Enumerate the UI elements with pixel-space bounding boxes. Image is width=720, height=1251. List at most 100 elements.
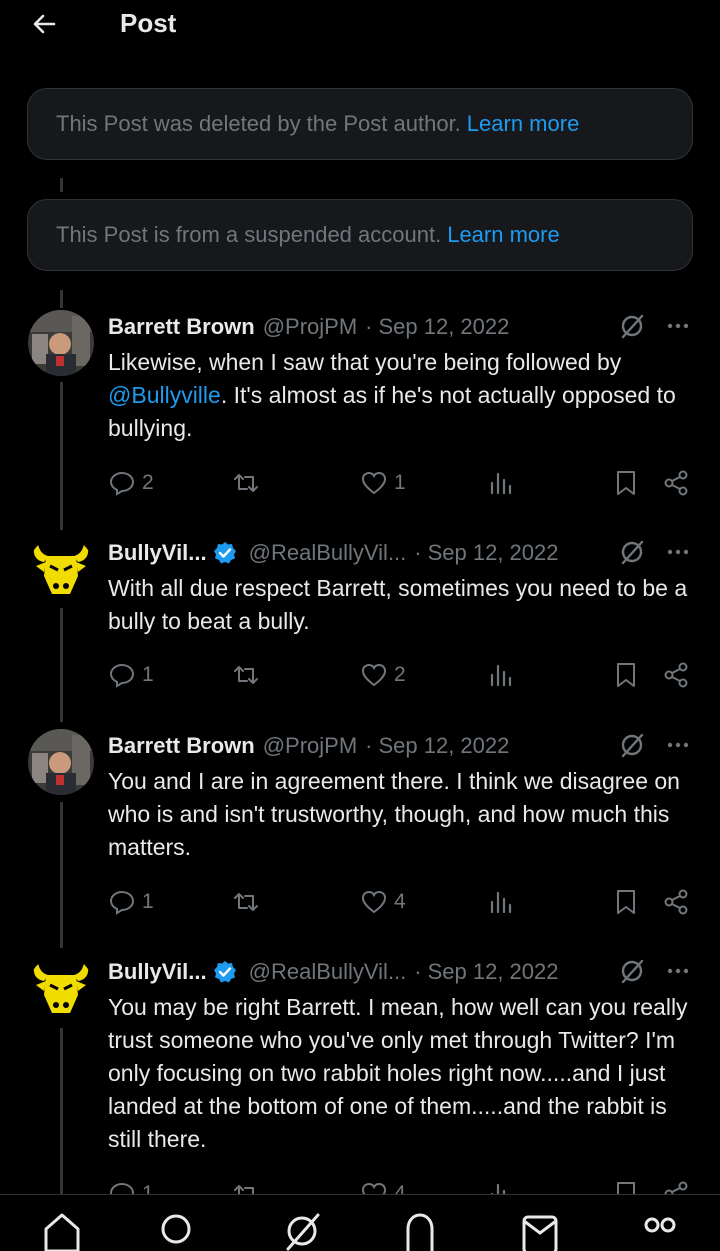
views-button[interactable] <box>487 882 515 922</box>
tweet-text: You and I are in agreement there. I thin… <box>108 768 680 860</box>
reply-count: 1 <box>142 663 154 686</box>
thread-line <box>60 1028 63 1194</box>
like-count: 1 <box>394 471 406 494</box>
tweet-text-part: Likewise, when I saw that you're being f… <box>108 349 622 375</box>
bookmark-button[interactable] <box>612 655 640 695</box>
learn-more-link[interactable]: Learn more <box>467 111 580 137</box>
grok-icon[interactable] <box>618 957 646 985</box>
views-icon <box>490 472 512 495</box>
avatar[interactable] <box>28 536 94 602</box>
more-horizontal-icon[interactable] <box>664 312 692 340</box>
separator-dot: · <box>365 733 373 758</box>
avatar[interactable] <box>28 310 94 376</box>
views-icon <box>490 664 512 687</box>
reply-icon <box>109 471 135 496</box>
grok-icon[interactable] <box>618 312 646 340</box>
verified-badge-icon <box>213 542 236 564</box>
bookmark-icon <box>617 471 635 495</box>
grok-icon[interactable] <box>618 731 646 759</box>
avatar[interactable] <box>28 729 94 795</box>
grok-icon[interactable] <box>618 538 646 566</box>
tweet-date[interactable]: Sep 12, 2022 <box>428 959 559 985</box>
user-handle[interactable]: @RealBullyVil... <box>249 959 407 985</box>
separator-dot: · <box>414 959 422 984</box>
reply-icon <box>109 663 135 688</box>
share-button[interactable] <box>662 655 690 695</box>
reply-count: 1 <box>142 890 154 913</box>
share-button[interactable] <box>662 882 690 922</box>
bookmark-button[interactable] <box>612 463 640 503</box>
home-icon[interactable] <box>42 1211 82 1251</box>
user-handle[interactable]: @RealBullyVil... <box>249 540 407 566</box>
tweet-header: Barrett Brown @ProjPM · Sep 12, 2022 <box>108 731 509 761</box>
reply-count: 2 <box>142 471 154 494</box>
notice-text: This Post is from a suspended account. <box>56 222 442 247</box>
reply-icon <box>109 890 135 915</box>
top-bar: Post <box>0 0 720 52</box>
views-button[interactable] <box>487 655 515 695</box>
tweet-actions: 1 4 <box>0 882 720 922</box>
tweet-actions: 2 1 <box>0 463 720 503</box>
retweet-icon <box>234 893 258 911</box>
tweet-header: BullyVil... @RealBullyVil... · Sep 12, 2… <box>108 538 559 568</box>
user-handle[interactable]: @ProjPM <box>263 733 357 759</box>
separator-dot: · <box>365 314 373 339</box>
tweet-header: Barrett Brown @ProjPM · Sep 12, 2022 <box>108 312 509 342</box>
heart-icon <box>361 471 387 495</box>
bookmark-icon <box>617 663 635 687</box>
tweet-header: BullyVil... @RealBullyVil... · Sep 12, 2… <box>108 957 559 987</box>
like-count: 4 <box>394 890 406 913</box>
more-horizontal-icon[interactable] <box>664 957 692 985</box>
user-handle[interactable]: @ProjPM <box>263 314 357 340</box>
retweet-icon <box>234 474 258 492</box>
retweet-button[interactable] <box>232 882 266 922</box>
retweet-button[interactable] <box>232 655 266 695</box>
bookmark-icon <box>617 890 635 914</box>
verified-badge-icon <box>213 961 236 983</box>
avatar[interactable] <box>28 955 94 1021</box>
display-name[interactable]: Barrett Brown <box>108 314 255 340</box>
like-button[interactable]: 1 <box>360 463 406 503</box>
display-name[interactable]: BullyVil... <box>108 959 207 985</box>
tweet-date[interactable]: Sep 12, 2022 <box>378 733 509 759</box>
like-button[interactable]: 4 <box>360 882 406 922</box>
thread-line <box>60 802 63 948</box>
like-count: 2 <box>394 663 406 686</box>
more-horizontal-icon[interactable] <box>664 731 692 759</box>
tweet-text: With all due respect Barrett, sometimes … <box>108 575 688 634</box>
heart-icon <box>361 663 387 687</box>
deleted-post-notice: This Post was deleted by the Post author… <box>27 88 693 160</box>
views-button[interactable] <box>487 463 515 503</box>
tweet-text: You may be right Barrett. I mean, how we… <box>108 994 688 1152</box>
share-button[interactable] <box>662 463 690 503</box>
separator-dot: · <box>414 540 422 565</box>
display-name[interactable]: Barrett Brown <box>108 733 255 759</box>
tweet-date[interactable]: Sep 12, 2022 <box>378 314 509 340</box>
tweet-date[interactable]: Sep 12, 2022 <box>428 540 559 566</box>
retweet-button[interactable] <box>232 463 266 503</box>
messages-icon[interactable] <box>520 1211 560 1251</box>
thread-line <box>60 382 63 530</box>
share-icon <box>664 662 688 688</box>
notifications-icon[interactable] <box>400 1211 440 1251</box>
heart-icon <box>361 890 387 914</box>
learn-more-link[interactable]: Learn more <box>447 222 560 248</box>
bookmark-button[interactable] <box>612 882 640 922</box>
display-name[interactable]: BullyVil... <box>108 540 207 566</box>
page-title: Post <box>120 8 177 38</box>
reply-button[interactable]: 1 <box>108 655 154 695</box>
thread-line <box>60 290 63 308</box>
share-icon <box>664 470 688 496</box>
arrow-left-icon[interactable] <box>28 8 60 40</box>
reply-button[interactable]: 2 <box>108 463 154 503</box>
grok-icon[interactable] <box>282 1211 322 1251</box>
mention-link[interactable]: @Bullyville <box>108 382 221 408</box>
bottom-navigation <box>0 1194 720 1251</box>
search-icon[interactable] <box>158 1211 198 1251</box>
like-button[interactable]: 2 <box>360 655 406 695</box>
more-horizontal-icon[interactable] <box>664 538 692 566</box>
retweet-icon <box>234 666 258 684</box>
reply-button[interactable]: 1 <box>108 882 154 922</box>
share-icon <box>664 889 688 915</box>
communities-icon[interactable] <box>640 1211 680 1251</box>
